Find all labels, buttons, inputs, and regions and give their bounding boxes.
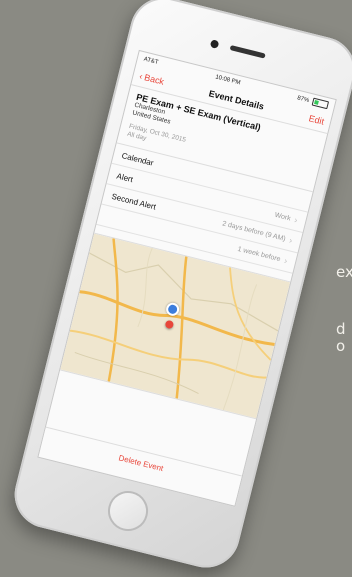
background-text-fragment: o (336, 337, 346, 355)
home-button[interactable] (103, 486, 153, 536)
third-alert-value: 1 week before (236, 245, 282, 263)
alert-label: Alert (115, 170, 134, 184)
calendar-label: Calendar (120, 150, 155, 168)
phone-screen: AT&T 10:08 PM 87% ‹ Back Event Details E… (37, 49, 337, 507)
iphone-device: AT&T 10:08 PM 87% ‹ Back Event Details E… (7, 0, 352, 575)
chevron-right-icon: › (283, 255, 289, 266)
background-text-fragment: d (336, 320, 346, 338)
alert-value: Work (274, 211, 292, 223)
chevron-right-icon: › (288, 235, 294, 246)
battery-icon (311, 97, 330, 110)
alert-value-group: Work › (274, 210, 299, 225)
edit-button[interactable]: Edit (308, 113, 325, 126)
back-button[interactable]: ‹ Back (138, 71, 165, 87)
back-label: Back (143, 72, 166, 87)
chevron-right-icon: › (293, 214, 299, 226)
background-text-fragment: ext (336, 263, 352, 281)
earpiece-speaker (229, 45, 266, 59)
carrier-label: AT&T (143, 56, 159, 66)
battery-percent: 87% (296, 95, 310, 105)
front-camera (209, 39, 220, 49)
delete-event-button[interactable]: Delete Event (40, 426, 242, 498)
